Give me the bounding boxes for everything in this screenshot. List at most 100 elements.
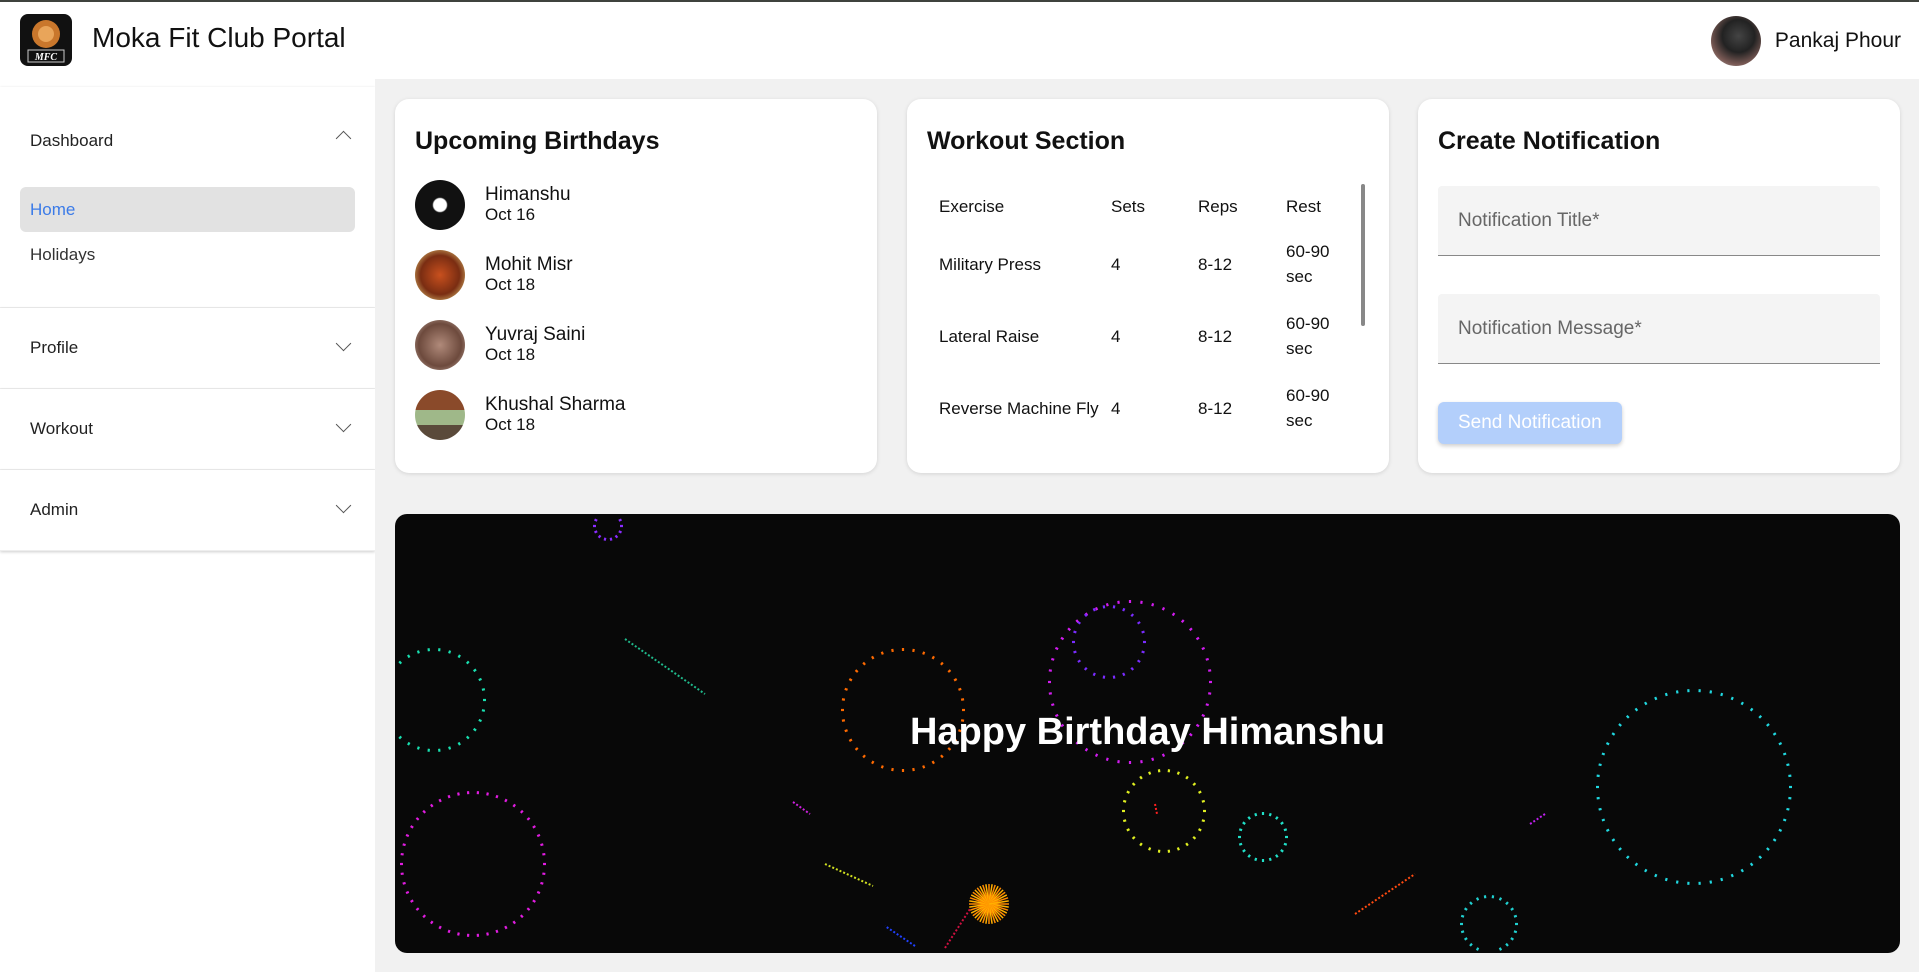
firework-spark [447, 794, 451, 799]
user-menu[interactable]: Pankaj Phour [1710, 16, 1901, 66]
firework-spark [1092, 607, 1096, 612]
card-title: Create Notification [1438, 127, 1661, 155]
firework-spark [1605, 828, 1610, 832]
firework-spark [536, 890, 541, 895]
send-notification-button[interactable]: Send Notification [1438, 402, 1622, 444]
notification-title-input[interactable]: Notification Title* [1438, 186, 1880, 256]
firework-spark [880, 651, 884, 655]
birthday-name: Himanshu [485, 184, 571, 205]
firework-spark [1786, 763, 1790, 767]
firework-trail [884, 925, 916, 947]
col-header: Sets [1111, 197, 1146, 216]
sidebar-item-holidays[interactable]: Holidays [20, 232, 355, 277]
firework-spark [1505, 901, 1509, 906]
firework-spark [447, 929, 451, 934]
firework-spark [1188, 627, 1193, 632]
firework-spark [532, 899, 536, 903]
cell: 8-12 [1198, 254, 1233, 274]
cell: 60-90 sec [1286, 314, 1330, 358]
chevron-down-icon [335, 416, 352, 433]
cell: 4 [1111, 326, 1121, 346]
firework-spark [1151, 757, 1155, 761]
firework-spark [1510, 937, 1514, 941]
firework-spark [1275, 816, 1279, 820]
firework-spark [1161, 606, 1166, 611]
chevron-down-icon [335, 335, 352, 352]
chevron-down-icon [335, 497, 352, 514]
sidebar-label: Admin [30, 500, 79, 519]
club-logo[interactable]: MFC [20, 14, 72, 66]
firework-spark [1242, 849, 1246, 853]
firework-spark [862, 661, 866, 666]
sidebar-toggle-admin[interactable]: Admin [0, 470, 375, 550]
firework-spark [1625, 855, 1630, 860]
firework-spark [1644, 868, 1648, 873]
sidebar-toggle-workout[interactable]: Workout [0, 389, 375, 469]
firework-spark [1247, 816, 1251, 820]
firework-spark [1151, 603, 1155, 607]
firework-spark [1185, 775, 1189, 780]
firework-spark [1740, 701, 1744, 706]
firework-spark [540, 843, 544, 847]
sidebar-toggle-dashboard[interactable]: Dashboard [0, 87, 375, 187]
birthday-name: Yuvraj Saini [485, 324, 586, 345]
firework-spark [1122, 819, 1127, 823]
firework-spark [609, 537, 613, 541]
birthday-banner: Happy Birthday Himanshu [395, 514, 1900, 953]
firework-spark [1185, 842, 1189, 847]
firework-spark [880, 765, 884, 769]
firework-spark [1131, 836, 1136, 840]
user-avatar[interactable] [1710, 16, 1761, 66]
birthday-item: Mohit Misr Oct 18 [415, 240, 857, 310]
firework-spark [1740, 868, 1744, 873]
firework-spark [410, 899, 414, 903]
main-content: Upcoming Birthdays Himanshu Oct 16 Mohit … [375, 79, 1919, 972]
firework-spark [405, 833, 410, 838]
firework-spark [536, 833, 541, 838]
firework-spark [1460, 914, 1465, 918]
sidebar-section-dashboard: Dashboard Home Holidays [0, 87, 375, 308]
firework-spark [495, 794, 499, 799]
firework-spark [1498, 947, 1503, 951]
firework-spark [457, 792, 460, 796]
firework-trail [1354, 873, 1416, 915]
firework-spark [1254, 857, 1258, 862]
firework-spark [1505, 942, 1509, 947]
firework-spark [1664, 692, 1668, 697]
firework-spark [614, 534, 619, 539]
firework-spark [1139, 775, 1143, 780]
birthdays-card: Upcoming Birthdays Himanshu Oct 16 Mohit … [395, 99, 877, 473]
firework-spark [1073, 650, 1077, 654]
notification-message-input[interactable]: Notification Message* [1438, 294, 1880, 364]
firework-spark [438, 798, 442, 803]
firework-spark [594, 530, 598, 534]
chevron-up-icon [335, 130, 352, 147]
table-header: Exercise Sets Reps Rest [939, 186, 1356, 228]
cell: 8-12 [1198, 398, 1233, 418]
firework-spark [1083, 613, 1088, 618]
firework-spark [841, 698, 846, 701]
card-title: Upcoming Birthdays [415, 127, 660, 155]
firework-spark [940, 661, 944, 666]
firework-spark [1601, 818, 1606, 822]
firework-spark [912, 767, 915, 772]
firework-trail [1154, 803, 1158, 815]
sidebar-item-home[interactable]: Home [20, 187, 355, 232]
sidebar-toggle-profile[interactable]: Profile [0, 308, 375, 388]
firework-spark [1105, 757, 1109, 761]
birthday-item: Yuvraj Saini Oct 18 [415, 310, 857, 380]
firework-spark [1664, 877, 1668, 882]
firework-spark [912, 648, 915, 653]
table-scrollbar[interactable] [1361, 184, 1365, 326]
firework-trail [792, 801, 811, 815]
cell: Reverse Machine Fly [939, 398, 1099, 418]
firework-spark [416, 650, 420, 654]
firework-spark [1092, 672, 1096, 677]
firework-spark [448, 650, 452, 654]
firework-spark [1195, 636, 1200, 641]
firework-spark [415, 907, 420, 911]
firework-spark [1498, 897, 1503, 901]
firework-spark [1283, 842, 1288, 846]
firework-spark [1475, 897, 1480, 901]
firework-spark [1073, 630, 1077, 634]
